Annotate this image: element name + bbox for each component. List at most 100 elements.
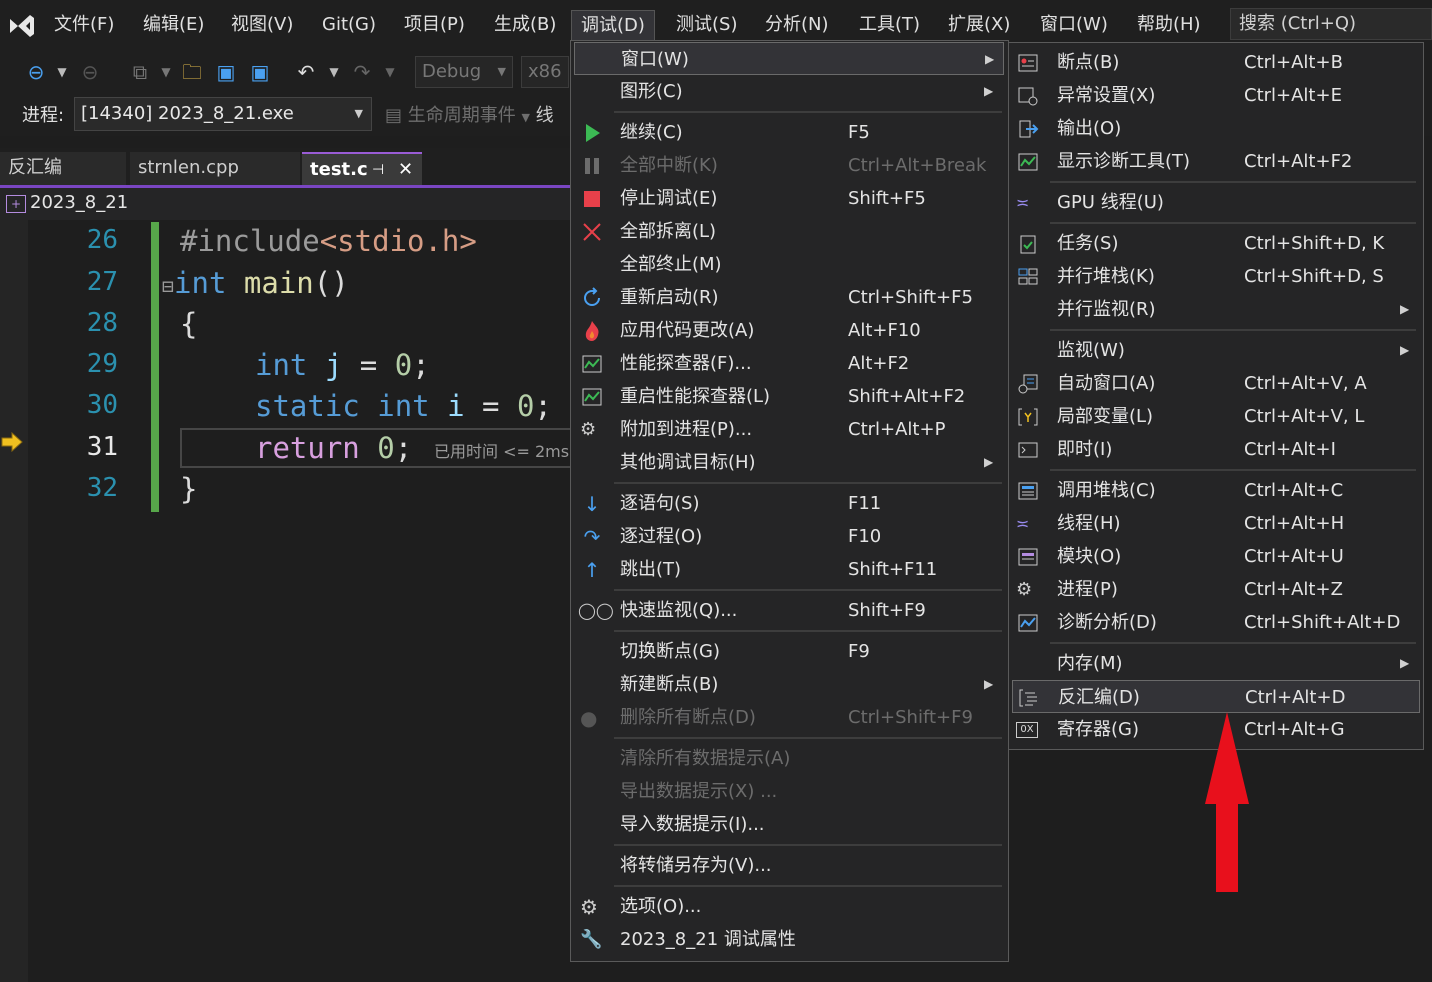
submenu-item-tasks[interactable]: 任务(S) Ctrl+Shift+D, K — [1012, 227, 1420, 260]
new-dropdown-icon[interactable]: ▼ — [152, 58, 180, 86]
search-box[interactable]: 搜索 (Ctrl+Q) — [1230, 8, 1432, 40]
code-line-31[interactable]: return 0; — [255, 431, 412, 465]
menu-project[interactable]: 项目(P) — [395, 10, 474, 40]
submenu-item-immediate[interactable]: 即时(I) Ctrl+Alt+I — [1012, 433, 1420, 466]
back-icon[interactable]: ⊖ — [22, 58, 50, 86]
code-line-30[interactable]: static int i = 0; — [255, 389, 552, 423]
menu-window[interactable]: 窗口(W) — [1031, 10, 1117, 40]
menu-item-break-all[interactable]: 全部中断(K) Ctrl+Alt+Break — [574, 149, 1004, 182]
lifecycle-icon: ▤ — [385, 105, 408, 126]
code-line-32[interactable]: } — [180, 472, 197, 506]
tab-disassembly[interactable]: 反汇编 — [0, 152, 126, 186]
menu-item-step-over[interactable]: ↷ 逐过程(O) F10 — [574, 520, 1004, 553]
submenu-item-processes[interactable]: ⚙ 进程(P) Ctrl+Alt+Z — [1012, 573, 1420, 606]
immediate-icon — [1018, 442, 1038, 458]
menu-item-relaunch-profiler[interactable]: 重启性能探查器(L) Shift+Alt+F2 — [574, 380, 1004, 413]
menu-item-export-datatips[interactable]: 导出数据提示(X) ... — [574, 775, 1004, 808]
submenu-item-autos[interactable]: 自动窗口(A) Ctrl+Alt+V, A — [1012, 367, 1420, 400]
process-select[interactable]: [14340] 2023_8_21.exe ▼ — [74, 97, 372, 131]
submenu-item-watch[interactable]: 监视(W) ▶ — [1012, 334, 1420, 367]
menu-item-label: 2023_8_21 调试属性 — [620, 929, 796, 950]
menu-item-toggle-breakpoint[interactable]: 切换断点(G) F9 — [574, 635, 1004, 668]
submenu-item-threads[interactable]: ≍ 线程(H) Ctrl+Alt+H — [1012, 507, 1420, 540]
menu-item-step-out[interactable]: ↑ 跳出(T) Shift+F11 — [574, 553, 1004, 586]
gear-icon: ⚙ — [580, 895, 598, 919]
menu-item-terminate-all[interactable]: 全部终止(M) — [574, 248, 1004, 281]
configuration-select[interactable]: Debug ▼ — [415, 56, 513, 88]
submenu-item-diagnostic-analysis[interactable]: 诊断分析(D) Ctrl+Shift+Alt+D — [1012, 606, 1420, 639]
menu-item-label: 显示诊断工具(T) — [1057, 151, 1191, 172]
menu-item-performance-profiler[interactable]: 性能探查器(F)... Alt+F2 — [574, 347, 1004, 380]
submenu-item-exception-settings[interactable]: 异常设置(X) Ctrl+Alt+E — [1012, 79, 1420, 112]
save-all-icon[interactable]: ▣ — [246, 58, 274, 86]
submenu-item-disassembly[interactable]: 反汇编(D) Ctrl+Alt+D — [1012, 680, 1420, 713]
menu-item-graphics[interactable]: 图形(C) ▶ — [574, 75, 1004, 108]
platform-select[interactable]: x86 — [521, 56, 569, 88]
autos-icon — [1018, 374, 1038, 394]
menu-item-new-breakpoint[interactable]: 新建断点(B) ▶ — [574, 668, 1004, 701]
tab-strnlen-cpp[interactable]: strnlen.cpp — [130, 152, 300, 186]
redo-dropdown-icon[interactable]: ▼ — [376, 58, 404, 86]
menu-debug[interactable]: 调试(D) — [571, 10, 655, 40]
submenu-item-diagnostic-tools[interactable]: 显示诊断工具(T) Ctrl+Alt+F2 — [1012, 145, 1420, 178]
save-icon[interactable]: ▣ — [212, 58, 240, 86]
perf-tip[interactable]: 已用时间 <= 2ms — [434, 438, 569, 462]
submenu-item-breakpoints[interactable]: 断点(B) Ctrl+Alt+B — [1012, 46, 1420, 79]
menu-item-detach-all[interactable]: 全部拆离(L) — [574, 215, 1004, 248]
menu-item-window[interactable]: 窗口(W) ▶ — [574, 42, 1004, 75]
menu-item-label: 断点(B) — [1057, 52, 1120, 73]
code-line-29[interactable]: int j = 0; — [255, 348, 430, 382]
menu-item-delete-all-breakpoints[interactable]: ● 删除所有断点(D) Ctrl+Shift+F9 — [574, 701, 1004, 734]
undo-dropdown-icon[interactable]: ▼ — [320, 58, 348, 86]
submenu-item-parallel-stacks[interactable]: 并行堆栈(K) Ctrl+Shift+D, S — [1012, 260, 1420, 293]
submenu-item-memory[interactable]: 内存(M) ▶ — [1012, 647, 1420, 680]
menu-analyze[interactable]: 分析(N) — [756, 10, 838, 40]
menu-separator — [1050, 181, 1416, 183]
menu-item-attach-to-process[interactable]: ⚙ 附加到进程(P)... Ctrl+Alt+P — [574, 413, 1004, 446]
submenu-item-output[interactable]: 输出(O) — [1012, 112, 1420, 145]
menu-view[interactable]: 视图(V) — [222, 10, 302, 40]
menu-item-debug-properties[interactable]: 🔧 2023_8_21 调试属性 — [574, 923, 1004, 956]
new-project-icon[interactable]: ⧉ — [126, 58, 154, 86]
submenu-item-call-stack[interactable]: 调用堆栈(C) Ctrl+Alt+C — [1012, 474, 1420, 507]
pin-icon[interactable]: ⊣ — [372, 154, 384, 186]
menu-item-stop-debugging[interactable]: 停止调试(E) Shift+F5 — [574, 182, 1004, 215]
menu-test[interactable]: 测试(S) — [667, 10, 746, 40]
undo-icon[interactable]: ↶ — [292, 58, 320, 86]
menu-tools[interactable]: 工具(T) — [850, 10, 929, 40]
menu-item-import-datatips[interactable]: 导入数据提示(I)... — [574, 808, 1004, 841]
menu-git[interactable]: Git(G) — [313, 10, 385, 40]
menu-item-options[interactable]: ⚙ 选项(O)... — [574, 890, 1004, 923]
menu-extensions[interactable]: 扩展(X) — [939, 10, 1019, 40]
menu-file[interactable]: 文件(F) — [45, 10, 123, 40]
lifecycle-events-button[interactable]: ▤ 生命周期事件 ▼ 线 — [385, 101, 554, 127]
code-line-26[interactable]: #include<stdio.h> — [180, 224, 477, 258]
threads-icon: ≍ — [1016, 514, 1030, 533]
code-line-28[interactable]: { — [180, 307, 197, 341]
menu-item-label: 快速监视(Q)... — [620, 600, 738, 621]
forward-icon[interactable]: ⊖ — [76, 58, 104, 86]
submenu-item-parallel-watch[interactable]: 并行监视(R) ▶ — [1012, 293, 1420, 326]
menu-build[interactable]: 生成(B) — [485, 10, 565, 40]
close-icon[interactable]: ✕ — [398, 154, 413, 186]
project-dropdown[interactable]: 2023_8_21 — [30, 192, 128, 213]
submenu-item-modules[interactable]: 模块(O) Ctrl+Alt+U — [1012, 540, 1420, 573]
menu-item-step-into[interactable]: ↓ 逐语句(S) F11 — [574, 487, 1004, 520]
submenu-item-gpu-threads[interactable]: ≍ GPU 线程(U) — [1012, 186, 1420, 219]
menu-item-clear-datatips[interactable]: 清除所有数据提示(A) — [574, 742, 1004, 775]
open-folder-icon[interactable]: 🗀 — [178, 58, 206, 86]
menu-item-apply-code-changes[interactable]: 应用代码更改(A) Alt+F10 — [574, 314, 1004, 347]
menu-item-restart[interactable]: 重新启动(R) Ctrl+Shift+F5 — [574, 281, 1004, 314]
submenu-item-locals[interactable]: 局部变量(L) Ctrl+Alt+V, L — [1012, 400, 1420, 433]
back-dropdown-icon[interactable]: ▼ — [48, 58, 76, 86]
tab-test-c[interactable]: test.c ⊣ ✕ — [302, 152, 422, 186]
menu-item-continue[interactable]: 继续(C) F5 — [574, 116, 1004, 149]
redo-icon[interactable]: ↷ — [348, 58, 376, 86]
code-line-27[interactable]: ⊟int main() — [162, 266, 349, 300]
menu-item-other-debug-targets[interactable]: 其他调试目标(H) ▶ — [574, 446, 1004, 479]
menu-help[interactable]: 帮助(H) — [1128, 10, 1210, 40]
menu-item-quick-watch[interactable]: ◯◯ 快速监视(Q)... Shift+F9 — [574, 594, 1004, 627]
line-number: 26 — [86, 225, 118, 255]
menu-item-save-dump-as[interactable]: 将转储另存为(V)... — [574, 849, 1004, 882]
menu-edit[interactable]: 编辑(E) — [134, 10, 213, 40]
